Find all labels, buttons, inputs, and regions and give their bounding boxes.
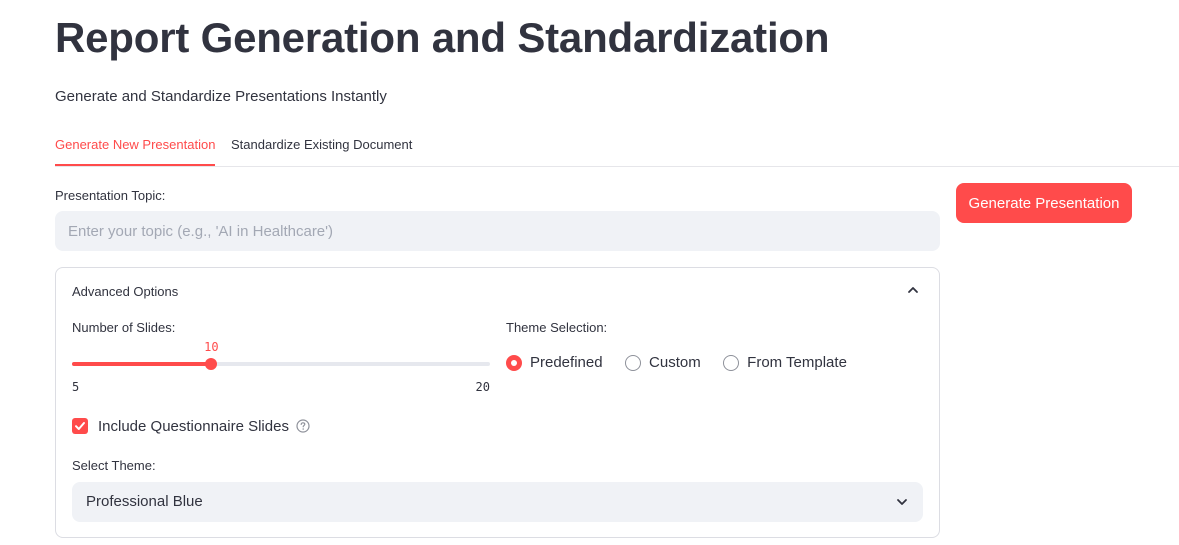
topic-input[interactable]: [55, 211, 940, 251]
advanced-options-expander: Advanced Options Number of Slides: 10 5 …: [55, 267, 940, 538]
questionnaire-checkbox[interactable]: [72, 418, 88, 434]
slides-label: Number of Slides:: [72, 320, 176, 335]
radio-label-predefined: Predefined: [530, 354, 603, 371]
questionnaire-checkbox-row: Include Questionnaire Slides: [72, 416, 310, 436]
help-circle-icon[interactable]: [296, 419, 310, 433]
tab-generate-new-presentation[interactable]: Generate New Presentation: [55, 130, 215, 166]
advanced-options-header[interactable]: Advanced Options: [56, 268, 939, 316]
theme-select-value: Professional Blue: [86, 493, 203, 510]
slides-slider[interactable]: 10 5 20: [72, 340, 490, 400]
chevron-up-icon: [908, 287, 918, 293]
page-title: Report Generation and Standardization: [55, 14, 830, 61]
topic-label: Presentation Topic:: [55, 188, 166, 203]
slider-fill: [72, 362, 212, 366]
select-theme-label: Select Theme:: [72, 458, 156, 473]
advanced-options-title: Advanced Options: [72, 284, 179, 299]
slider-current-value: 10: [204, 340, 219, 354]
theme-selection-radio-group: Predefined Custom From Template: [506, 354, 865, 374]
chevron-down-icon[interactable]: [896, 496, 908, 508]
slider-min-label: 5: [72, 380, 80, 394]
page-subtitle: Generate and Standardize Presentations I…: [55, 88, 387, 105]
check-icon: [75, 422, 85, 430]
generate-presentation-button[interactable]: Generate Presentation: [956, 183, 1132, 223]
slider-max-label: 20: [475, 380, 490, 394]
tab-bar: Generate New Presentation Standardize Ex…: [55, 130, 1179, 167]
questionnaire-checkbox-label[interactable]: Include Questionnaire Slides: [98, 418, 289, 435]
slider-thumb[interactable]: [205, 358, 218, 370]
radio-custom[interactable]: Custom: [625, 354, 701, 371]
tab-standardize-existing-document[interactable]: Standardize Existing Document: [231, 130, 412, 165]
radio-from-template[interactable]: From Template: [723, 354, 847, 371]
radio-indicator[interactable]: [723, 354, 740, 371]
radio-label-custom: Custom: [649, 354, 701, 371]
radio-label-from-template: From Template: [747, 354, 847, 371]
radio-predefined[interactable]: Predefined: [506, 354, 603, 371]
radio-indicator-selected[interactable]: [506, 354, 522, 371]
radio-indicator[interactable]: [625, 354, 642, 371]
theme-select[interactable]: Professional Blue: [72, 482, 923, 522]
slider-track[interactable]: [72, 358, 490, 370]
theme-selection-label: Theme Selection:: [506, 320, 608, 335]
